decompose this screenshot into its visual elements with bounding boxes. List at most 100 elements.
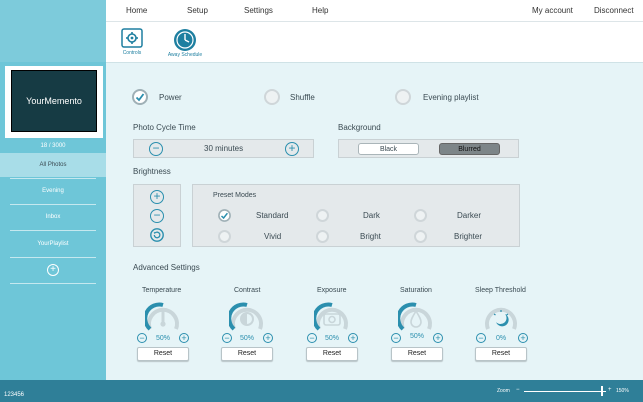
shuffle-radio xyxy=(264,89,280,105)
photo-count: 18 / 3000 xyxy=(40,143,66,149)
frame-preview[interactable]: YourMemento xyxy=(5,66,103,138)
sidebar-divider xyxy=(10,230,96,231)
saturation-decrease-button[interactable]: − xyxy=(391,333,401,343)
drop-icon xyxy=(398,302,432,331)
sidebar-divider xyxy=(10,257,96,258)
contrast-decrease-button[interactable]: − xyxy=(222,333,232,343)
brightness-increase-button[interactable]: + xyxy=(150,190,164,204)
contrast-label: Contrast xyxy=(234,287,261,294)
preset-brighter-label: Brighter xyxy=(454,232,483,241)
brightness-decrease-button[interactable]: − xyxy=(150,209,164,223)
preset-vivid-label: Vivid xyxy=(264,232,282,241)
evening-playlist-radio xyxy=(395,89,411,105)
shuffle-label: Shuffle xyxy=(290,93,315,102)
preset-standard-label: Standard xyxy=(256,211,289,220)
menu-home[interactable]: Home xyxy=(126,6,147,15)
preset-modes-panel: Preset Modes Standard Dark Darker Vivid … xyxy=(192,184,520,247)
sidebar-item-inbox[interactable]: Inbox xyxy=(0,205,106,229)
status-bar: 123456 Zoom − + 150% xyxy=(0,380,643,402)
zoom-in-button[interactable]: + xyxy=(608,387,612,393)
exposure-increase-button[interactable]: + xyxy=(348,333,358,343)
cycle-increase-button[interactable]: + xyxy=(285,142,299,156)
gear-icon xyxy=(121,28,143,48)
brightness-controls: + − xyxy=(133,184,181,247)
sidebar: YourMemento 18 / 3000 All Photos Evening… xyxy=(0,0,106,380)
background-black-button[interactable]: Black xyxy=(358,143,419,155)
sleep-threshold-reset-button[interactable]: Reset xyxy=(475,347,527,361)
background-title: Background xyxy=(338,123,381,132)
sidebar-item-yourplaylist[interactable]: YourPlaylist xyxy=(0,232,106,256)
brightness-reset-icon[interactable] xyxy=(150,228,164,242)
sidebar-item-all-photos[interactable]: All Photos xyxy=(0,153,106,177)
sleep-threshold-increase-button[interactable]: + xyxy=(518,333,528,343)
preset-darker-label: Darker xyxy=(457,211,482,220)
saturation-increase-button[interactable]: + xyxy=(433,333,443,343)
clock-icon xyxy=(174,29,196,51)
menu-bar: Home Setup Settings Help My account Disc… xyxy=(106,0,643,22)
contrast-icon xyxy=(229,302,263,331)
cycle-value: 30 minutes xyxy=(204,144,244,153)
toolbar: Controls Away Schedule xyxy=(106,22,643,63)
contrast-increase-button[interactable]: + xyxy=(263,333,273,343)
saturation-value: 50% xyxy=(410,333,425,340)
photo-cycle-stepper: − 30 minutes + xyxy=(133,139,314,158)
exposure-decrease-button[interactable]: − xyxy=(307,333,317,343)
sleep-icon xyxy=(485,307,517,330)
saturation-reset-button[interactable]: Reset xyxy=(391,347,443,361)
contrast-value: 50% xyxy=(240,335,255,342)
photo-cycle-title: Photo Cycle Time xyxy=(133,123,196,132)
power-check-icon xyxy=(132,89,148,105)
cycle-decrease-button[interactable]: − xyxy=(149,142,163,156)
controls-tool[interactable]: Controls xyxy=(116,28,148,56)
brightness-title: Brightness xyxy=(133,167,171,176)
camera-icon xyxy=(314,302,348,331)
menu-settings[interactable]: Settings xyxy=(244,6,273,15)
preset-bright-label: Bright xyxy=(360,232,381,241)
temperature-reset-button[interactable]: Reset xyxy=(137,347,189,361)
sidebar-top xyxy=(0,0,106,62)
sidebar-divider xyxy=(10,283,96,284)
menu-disconnect[interactable]: Disconnect xyxy=(594,6,634,15)
sleep-threshold-decrease-button[interactable]: − xyxy=(476,333,486,343)
temperature-label: Temperature xyxy=(142,287,182,294)
away-schedule-tool[interactable]: Away Schedule xyxy=(164,28,206,58)
frame-title: YourMemento xyxy=(11,70,97,132)
add-playlist-icon[interactable]: + xyxy=(47,264,59,276)
menu-help[interactable]: Help xyxy=(312,6,328,15)
menu-my-account[interactable]: My account xyxy=(532,6,573,15)
advanced-settings-title: Advanced Settings xyxy=(133,263,200,272)
zoom-out-button[interactable]: − xyxy=(516,387,520,393)
device-id: 123456 xyxy=(4,392,25,398)
zoom-slider-handle[interactable] xyxy=(601,386,603,396)
exposure-value: 50% xyxy=(325,335,340,342)
sleep-threshold-value: 0% xyxy=(496,335,507,342)
temperature-value: 50% xyxy=(156,335,171,342)
standard-check-icon xyxy=(218,209,231,222)
evening-playlist-label: Evening playlist xyxy=(423,93,479,102)
sidebar-item-evening[interactable]: Evening xyxy=(0,179,106,203)
menu-setup[interactable]: Setup xyxy=(187,6,208,15)
temperature-decrease-button[interactable]: − xyxy=(137,333,147,343)
background-segmented: Black Blurred xyxy=(338,139,519,158)
saturation-label: Saturation xyxy=(400,287,432,294)
background-blurred-button[interactable]: Blurred xyxy=(439,143,500,155)
zoom-slider[interactable] xyxy=(524,391,606,392)
preset-darker-radio xyxy=(414,209,427,222)
preset-modes-title: Preset Modes xyxy=(213,192,257,199)
preset-vivid-radio xyxy=(218,230,231,243)
away-schedule-label: Away Schedule xyxy=(167,52,203,58)
preset-dark-label: Dark xyxy=(363,211,380,220)
zoom-label: Zoom xyxy=(497,388,510,394)
contrast-reset-button[interactable]: Reset xyxy=(221,347,273,361)
exposure-reset-button[interactable]: Reset xyxy=(306,347,358,361)
preset-dark-radio xyxy=(316,209,329,222)
exposure-label: Exposure xyxy=(317,287,347,294)
zoom-value: 150% xyxy=(616,388,629,394)
power-label: Power xyxy=(159,93,182,102)
thermometer-icon xyxy=(145,302,179,331)
preset-bright-radio xyxy=(316,230,329,243)
sleep-threshold-label: Sleep Threshold xyxy=(475,287,526,294)
preset-brighter-radio xyxy=(414,230,427,243)
temperature-increase-button[interactable]: + xyxy=(179,333,189,343)
controls-label: Controls xyxy=(122,50,142,56)
